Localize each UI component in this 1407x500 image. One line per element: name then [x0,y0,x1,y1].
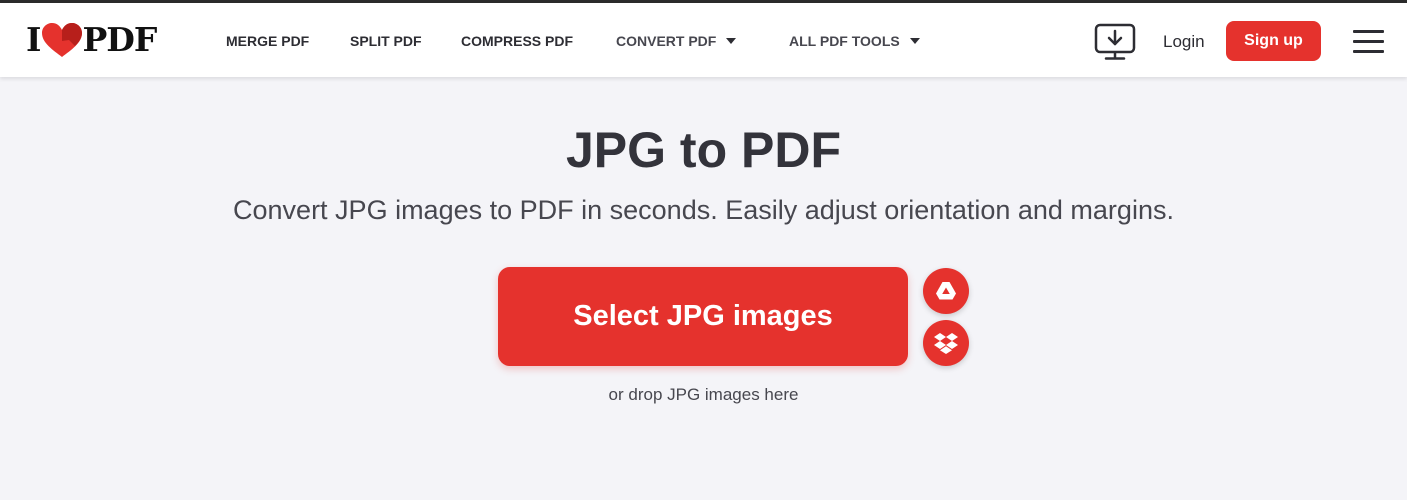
nav-all-pdf-tools[interactable]: ALL PDF TOOLS [789,32,920,50]
signup-button[interactable]: Sign up [1226,21,1321,61]
logo[interactable]: I PDF [26,20,157,59]
select-jpg-label: Select JPG images [573,300,833,332]
desktop-download-icon[interactable] [1093,22,1137,62]
nav-compress-pdf-label: COMPRESS PDF [461,33,574,49]
menu-bar [1353,40,1384,43]
dropbox-button[interactable] [923,320,969,366]
select-jpg-button[interactable]: Select JPG images [498,267,908,366]
nav-convert-pdf-label: CONVERT PDF [616,33,717,49]
menu-bar [1353,30,1384,33]
nav-convert-pdf[interactable]: CONVERT PDF [616,32,737,50]
page-title: JPG to PDF [565,122,842,178]
menu-bar [1353,50,1384,53]
nav-split-pdf[interactable]: SPLIT PDF [350,32,422,50]
logo-suffix: PDF [82,20,157,59]
google-drive-button[interactable] [923,268,969,314]
google-drive-icon [936,282,956,300]
heart-icon [42,23,83,57]
nav-merge-pdf-label: MERGE PDF [226,33,310,49]
page-subtitle: Convert JPG images to PDF in seconds. Ea… [233,195,1174,225]
login-link[interactable]: Login [1163,32,1205,52]
drop-hint: or drop JPG images here [608,385,799,404]
header: I PDF MERGE PDF SPLIT PDF COMPRESS PDF C… [0,3,1407,77]
caret-down-icon [909,38,920,44]
signup-label: Sign up [1244,32,1303,49]
hamburger-menu-icon[interactable] [1353,30,1384,54]
caret-down-icon [726,38,737,44]
nav-merge-pdf[interactable]: MERGE PDF [226,32,309,50]
nav-split-pdf-label: SPLIT PDF [350,33,422,49]
nav-compress-pdf[interactable]: COMPRESS PDF [461,32,573,50]
dropbox-icon [934,333,958,354]
nav-all-pdf-tools-label: ALL PDF TOOLS [789,33,900,49]
logo-prefix: I [26,20,41,59]
